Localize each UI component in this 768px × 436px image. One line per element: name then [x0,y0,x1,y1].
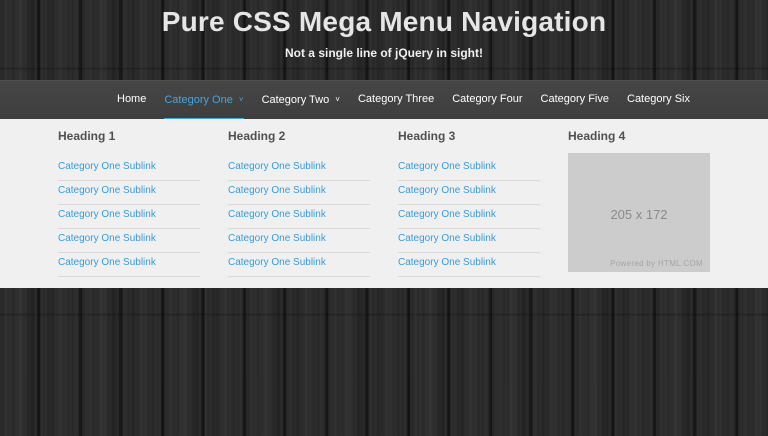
page-subtitle: Not a single line of jQuery in sight! [284,46,484,60]
column-heading: Heading 2 [228,129,286,143]
nav-item-category-four[interactable]: Category Four [443,81,531,119]
column-heading: Heading 1 [58,129,116,143]
page-title: Pure CSS Mega Menu Navigation [161,6,607,37]
sublink[interactable]: Category One Sublink [398,209,496,220]
nav-item-home[interactable]: Home [108,81,155,119]
nav-item-category-one[interactable]: Category One ˅ [155,81,252,120]
sublink[interactable]: Category One Sublink [398,257,496,268]
sublink-list: Category One Sublink Category One Sublin… [398,158,540,277]
chevron-down-icon: ˅ [238,95,244,104]
mega-menu-dropdown: Heading 1 Category One Sublink Category … [0,119,768,288]
column-heading: Heading 3 [398,129,456,143]
list-item: Category One Sublink [228,206,370,229]
page-header: Pure CSS Mega Menu Navigation Not a sing… [0,0,768,80]
chevron-down-icon: ˅ [335,95,340,104]
sublink[interactable]: Category One Sublink [398,161,496,172]
list-item: Category One Sublink [58,182,200,205]
list-item: Category One Sublink [58,206,200,229]
sublink[interactable]: Category One Sublink [228,209,326,220]
nav-item-category-five[interactable]: Category Five [532,81,618,119]
sublink[interactable]: Category One Sublink [228,257,326,268]
list-item: Category One Sublink [228,230,370,253]
sublink[interactable]: Category One Sublink [58,257,156,268]
list-item: Category One Sublink [398,158,540,181]
nav-item-label: Category Three [357,93,435,105]
nav-item-category-three[interactable]: Category Three [349,81,443,119]
list-item: Category One Sublink [228,182,370,205]
sublink[interactable]: Category One Sublink [398,185,496,196]
mega-column-4: Heading 4 205 x 172 Powered by HTML.COM [568,129,710,272]
mega-column-2: Heading 2 Category One Sublink Category … [228,129,370,278]
placeholder-powered-by: Powered by HTML.COM [610,259,703,268]
list-item: Category One Sublink [398,254,540,277]
sublink[interactable]: Category One Sublink [58,185,156,196]
sublink[interactable]: Category One Sublink [228,161,326,172]
column-heading: Heading 4 [568,129,626,143]
nav-item-label: Category Four [452,93,523,105]
list-item: Category One Sublink [398,206,540,229]
sublink[interactable]: Category One Sublink [228,185,326,196]
nav-item-label: Home [117,93,147,105]
placeholder-dimensions: 205 x 172 [610,207,668,222]
list-item: Category One Sublink [58,158,200,181]
list-item: Category One Sublink [398,182,540,205]
sublink[interactable]: Category One Sublink [58,161,156,172]
list-item: Category One Sublink [58,230,200,253]
sublink[interactable]: Category One Sublink [228,233,326,244]
mega-column-1: Heading 1 Category One Sublink Category … [58,129,200,278]
list-item: Category One Sublink [398,230,540,253]
nav-item-category-six[interactable]: Category Six [618,81,699,119]
mega-column-3: Heading 3 Category One Sublink Category … [398,129,540,278]
nav-item-label: Category Five [540,93,609,105]
sublink[interactable]: Category One Sublink [398,233,496,244]
list-item: Category One Sublink [58,254,200,277]
placeholder-image: 205 x 172 Powered by HTML.COM [568,153,710,272]
list-item: Category One Sublink [228,254,370,277]
sublink-list: Category One Sublink Category One Sublin… [58,158,200,277]
nav-item-label: Category Six [627,93,690,105]
nav-item-label: Category One [164,94,233,106]
sublink[interactable]: Category One Sublink [58,209,156,220]
list-item: Category One Sublink [228,158,370,181]
nav-list: Home Category One ˅ Category Two ˅ Categ… [108,81,699,120]
nav-item-label: Category Two [261,94,330,106]
nav-item-category-two[interactable]: Category Two ˅ [253,81,349,119]
sublink[interactable]: Category One Sublink [58,233,156,244]
main-navbar: Home Category One ˅ Category Two ˅ Categ… [0,80,768,120]
sublink-list: Category One Sublink Category One Sublin… [228,158,370,277]
